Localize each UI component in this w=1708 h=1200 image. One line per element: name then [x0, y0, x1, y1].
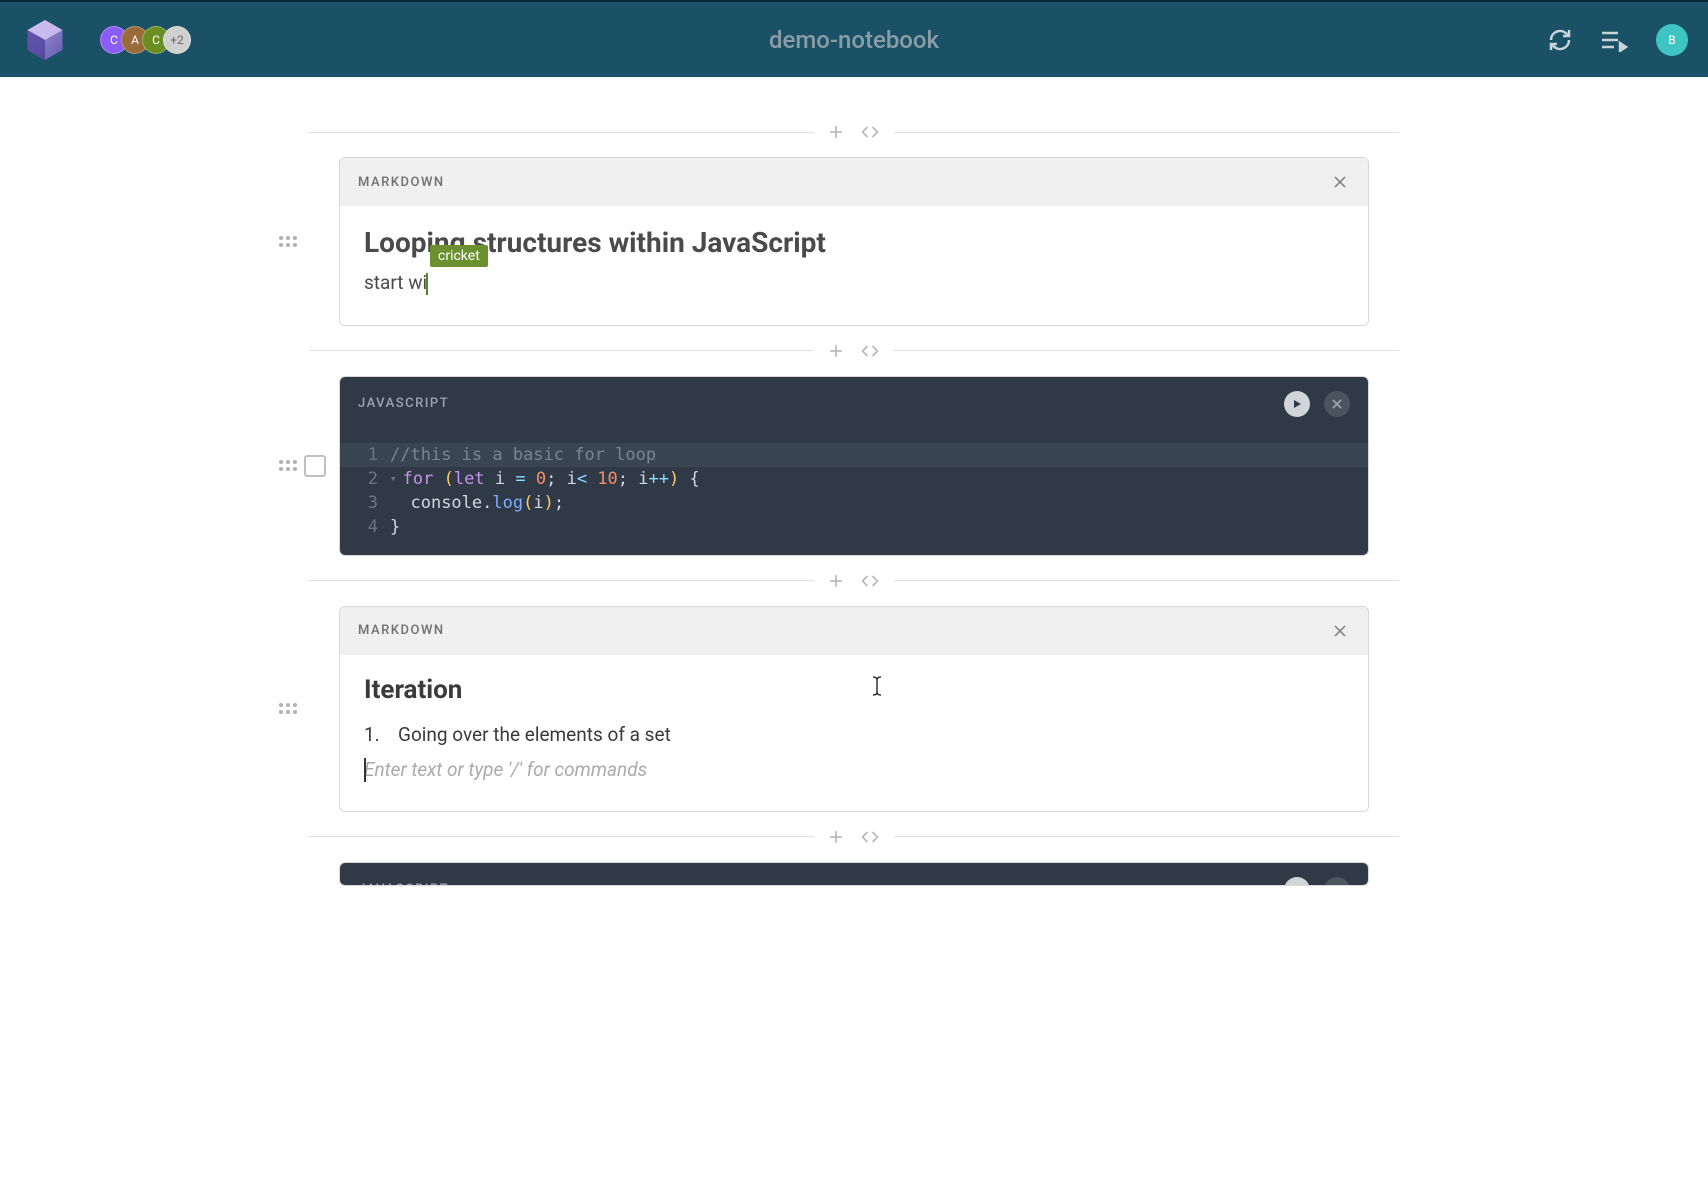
line-number: 3: [354, 493, 378, 513]
header-actions: B: [1548, 24, 1688, 56]
cell-wrapper: 2 JAVASCRIPT 1 //this is a basic for loo…: [339, 376, 1369, 556]
text-cursor: [364, 758, 366, 782]
add-code-cell-icon[interactable]: [858, 122, 882, 142]
line-number: 1: [354, 445, 378, 465]
cell-type-label: JAVASCRIPT: [358, 882, 449, 886]
notebook-content: 1 MARKDOWN Looping structures within Jav…: [339, 77, 1369, 886]
notebook-title[interactable]: demo-notebook: [769, 26, 939, 54]
collaborator-avatars[interactable]: C A C +2: [100, 26, 191, 54]
add-code-cell-icon[interactable]: [858, 571, 882, 591]
cell-header: MARKDOWN: [340, 607, 1368, 655]
text-cursor-icon: [870, 675, 884, 702]
drag-handle-icon[interactable]: [279, 460, 297, 471]
markdown-heading[interactable]: Looping structures within JavaScript: [364, 226, 1344, 259]
close-icon[interactable]: [1324, 391, 1350, 417]
cell-wrapper: 4 JAVASCRIPT: [339, 862, 1369, 886]
line-number: 2: [354, 469, 378, 489]
cell-wrapper: 3 MARKDOWN Iteration 1.: [339, 606, 1369, 812]
collaborator-overflow[interactable]: +2: [163, 26, 191, 54]
add-cell-icon[interactable]: [826, 571, 846, 591]
drag-handle-icon[interactable]: [279, 703, 297, 714]
close-icon[interactable]: [1330, 172, 1350, 192]
cell-checkbox[interactable]: [304, 455, 326, 477]
collaborator-cursor-tag: cricket: [430, 245, 488, 267]
cell-insert-divider: [309, 812, 1399, 862]
user-avatar[interactable]: B: [1656, 24, 1688, 56]
drag-handle-icon[interactable]: [279, 236, 297, 247]
app-logo[interactable]: [20, 15, 70, 65]
cell-body[interactable]: Iteration 1. Going over the elements of …: [340, 655, 1368, 811]
cell-insert-divider: [309, 556, 1399, 606]
cell-body[interactable]: Looping structures within JavaScript cri…: [340, 206, 1368, 325]
cell-header: JAVASCRIPT: [340, 863, 1368, 886]
list-item[interactable]: 1. Going over the elements of a set: [364, 723, 1344, 746]
code-cell: 2 JAVASCRIPT 1 //this is a basic for loo…: [339, 376, 1369, 556]
add-code-cell-icon[interactable]: [858, 827, 882, 847]
cell-header: MARKDOWN: [340, 158, 1368, 206]
code-cell: 4 JAVASCRIPT: [339, 862, 1369, 886]
app-header: C A C +2 demo-notebook B: [0, 0, 1708, 77]
add-cell-icon[interactable]: [826, 827, 846, 847]
cell-insert-divider: [309, 107, 1399, 157]
markdown-text[interactable]: cricket start wi: [364, 271, 1344, 295]
refresh-icon[interactable]: [1548, 28, 1572, 52]
markdown-cell: 1 MARKDOWN Looping structures within Jav…: [339, 157, 1369, 326]
fold-icon[interactable]: ▾: [390, 472, 397, 485]
code-editor[interactable]: 1 //this is a basic for loop 2 ▾ for (le…: [340, 431, 1368, 555]
ordered-list[interactable]: 1. Going over the elements of a set: [364, 723, 1344, 746]
add-code-cell-icon[interactable]: [858, 341, 882, 361]
cell-wrapper: 1 MARKDOWN Looping structures within Jav…: [339, 157, 1369, 326]
run-cell-icon[interactable]: [1284, 391, 1310, 417]
cell-type-label: MARKDOWN: [358, 175, 445, 190]
markdown-cell: 3 MARKDOWN Iteration 1.: [339, 606, 1369, 812]
close-icon[interactable]: [1330, 621, 1350, 641]
text-cursor: [426, 273, 428, 295]
close-icon[interactable]: [1324, 877, 1350, 886]
markdown-heading[interactable]: Iteration: [364, 675, 1344, 705]
cell-insert-divider: [309, 326, 1399, 376]
cell-type-label: MARKDOWN: [358, 623, 445, 638]
editor-placeholder[interactable]: Enter text or type '/' for commands: [364, 758, 1344, 781]
line-number: 4: [354, 517, 378, 537]
cell-type-label: JAVASCRIPT: [358, 396, 449, 411]
cell-header: JAVASCRIPT: [340, 377, 1368, 431]
queue-icon[interactable]: [1600, 28, 1628, 52]
add-cell-icon[interactable]: [826, 341, 846, 361]
run-cell-icon[interactable]: [1284, 877, 1310, 886]
add-cell-icon[interactable]: [826, 122, 846, 142]
